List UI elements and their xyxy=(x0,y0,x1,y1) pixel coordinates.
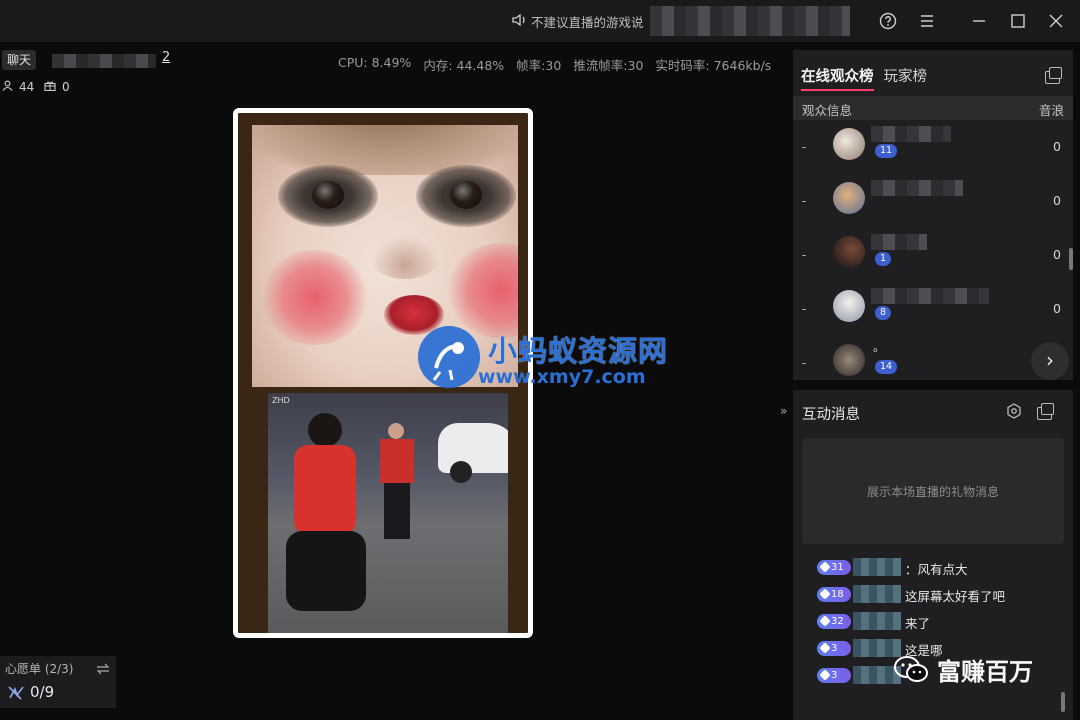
title-bar: 不建议直播的游戏说 xyxy=(0,0,1080,42)
list-item[interactable]: 32 来了 xyxy=(817,611,1057,631)
wishlist-panel[interactable]: 心愿单 (2/3) 0/9 xyxy=(0,656,116,708)
site-watermark: 小蚂蚁资源网 www.xmy7.com xyxy=(418,326,668,390)
gift-count: 0 xyxy=(62,80,70,94)
level-badge: 3 xyxy=(817,641,851,656)
level-badge: 1 xyxy=(875,252,892,266)
avatar xyxy=(833,290,865,322)
settings-icon[interactable] xyxy=(1006,403,1022,423)
list-item[interactable]: 31 ：风有点大 xyxy=(817,557,1057,577)
minimize-icon[interactable] xyxy=(968,10,990,32)
bitrate-stat: 实时码率: 7646kb/s xyxy=(655,58,772,73)
audience-panel: 在线观众榜 玩家榜 观众信息 音浪 - 11 0 - 0 - 1 0 - 8 0… xyxy=(793,50,1073,380)
audience-scrollbar[interactable] xyxy=(1069,248,1073,270)
redacted-username xyxy=(853,585,901,603)
cpu-stat: CPU: 8.49% xyxy=(338,55,412,70)
memory-stat: 内存: 44.48% xyxy=(423,58,505,73)
maximize-icon[interactable] xyxy=(1007,10,1029,32)
username: 。 xyxy=(873,340,886,354)
gift-message-area: 展示本场直播的礼物消息 xyxy=(802,438,1064,544)
overlay-tag: ZHD xyxy=(272,396,290,405)
notice-text: 不建议直播的游戏说 xyxy=(531,15,644,30)
level-badge: 14 xyxy=(875,360,898,374)
wishlist-title: 心愿单 (2/3) xyxy=(5,662,74,676)
redacted-room-name xyxy=(52,54,156,68)
stream-street-video: ZHD xyxy=(268,393,508,633)
list-item[interactable]: - 8 0 xyxy=(793,284,1073,334)
score-value: 0 xyxy=(1053,193,1061,208)
wish-star-icon xyxy=(7,684,25,706)
list-item[interactable]: - 1 0 xyxy=(793,230,1073,280)
gift-icon xyxy=(44,80,56,94)
next-page-button[interactable]: › xyxy=(1031,342,1069,380)
list-item[interactable]: - 11 0 xyxy=(793,122,1073,172)
gift-placeholder: 展示本场直播的礼物消息 xyxy=(866,485,999,499)
avatar xyxy=(833,236,865,268)
speaker-icon xyxy=(512,13,528,30)
redacted-username xyxy=(871,234,927,250)
wechat-icon xyxy=(893,655,929,685)
audience-list-header: 观众信息 音浪 xyxy=(793,96,1073,120)
avatar xyxy=(833,344,865,376)
popout-icon[interactable] xyxy=(1037,403,1054,420)
col-viewer-info: 观众信息 xyxy=(802,103,853,118)
level-badge: 3 xyxy=(817,668,851,683)
tab-player-rank[interactable]: 玩家榜 xyxy=(884,65,928,91)
performance-stats: CPU: 8.49% 内存: 44.48% 帧率:30 推流帧率:30 实时码率… xyxy=(338,55,771,74)
redacted-username xyxy=(853,558,901,576)
push-fps-stat: 推流帧率:30 xyxy=(573,58,644,73)
viewer-counter: 44 xyxy=(2,80,34,94)
wishlist-count: 0/9 xyxy=(30,683,55,701)
redacted-title xyxy=(650,6,850,36)
redacted-username xyxy=(871,180,963,196)
popout-icon[interactable] xyxy=(1045,67,1062,84)
redacted-username xyxy=(871,288,989,304)
list-item[interactable]: 18 这屏幕太好看了吧 xyxy=(817,584,1057,604)
audience-tabs: 在线观众榜 玩家榜 xyxy=(801,65,927,91)
chat-message: 来了 xyxy=(905,616,931,631)
level-badge: 11 xyxy=(875,144,898,158)
notice-banner[interactable]: 不建议直播的游戏说 xyxy=(512,12,644,31)
collapse-panel-icon[interactable]: » xyxy=(780,404,787,418)
redacted-username xyxy=(871,126,951,142)
watermark-url: www.xmy7.com xyxy=(478,366,646,388)
avatar xyxy=(833,182,865,214)
viewer-count: 44 xyxy=(19,80,35,94)
swap-icon[interactable] xyxy=(96,660,110,679)
chat-message: ：风有点大 xyxy=(905,562,968,577)
tab-online-audience[interactable]: 在线观众榜 xyxy=(801,65,874,91)
level-badge: 8 xyxy=(875,306,892,320)
watermark-title: 小蚂蚁资源网 xyxy=(488,334,669,368)
footer-watermark-text: 富赚百万 xyxy=(937,658,1033,686)
level-badge: 18 xyxy=(817,587,851,602)
level-badge: 31 xyxy=(817,560,851,575)
score-value: 0 xyxy=(1053,247,1061,262)
level-badge: 32 xyxy=(817,614,851,629)
chat-message: 这屏幕太好看了吧 xyxy=(905,589,1006,604)
gift-counter: 0 xyxy=(44,80,70,94)
col-score: 音浪 xyxy=(1038,103,1064,118)
room-name-suffix: 2 xyxy=(162,50,171,65)
fps-stat: 帧率:30 xyxy=(516,58,562,73)
ant-logo-icon xyxy=(418,326,480,388)
list-item[interactable]: - 0 xyxy=(793,176,1073,226)
avatar xyxy=(833,128,865,160)
menu-icon[interactable] xyxy=(916,10,938,32)
chat-tab[interactable]: 聊天 xyxy=(2,50,37,70)
score-value: 0 xyxy=(1053,139,1061,154)
redacted-username xyxy=(853,612,901,630)
help-icon[interactable] xyxy=(877,10,899,32)
close-icon[interactable] xyxy=(1045,10,1067,32)
score-value: 0 xyxy=(1053,301,1061,316)
footer-watermark: 富赚百万 xyxy=(893,652,1033,687)
interaction-title: 互动消息 xyxy=(802,407,860,423)
user-icon xyxy=(2,80,13,94)
messages-scrollbar[interactable] xyxy=(1061,692,1065,712)
